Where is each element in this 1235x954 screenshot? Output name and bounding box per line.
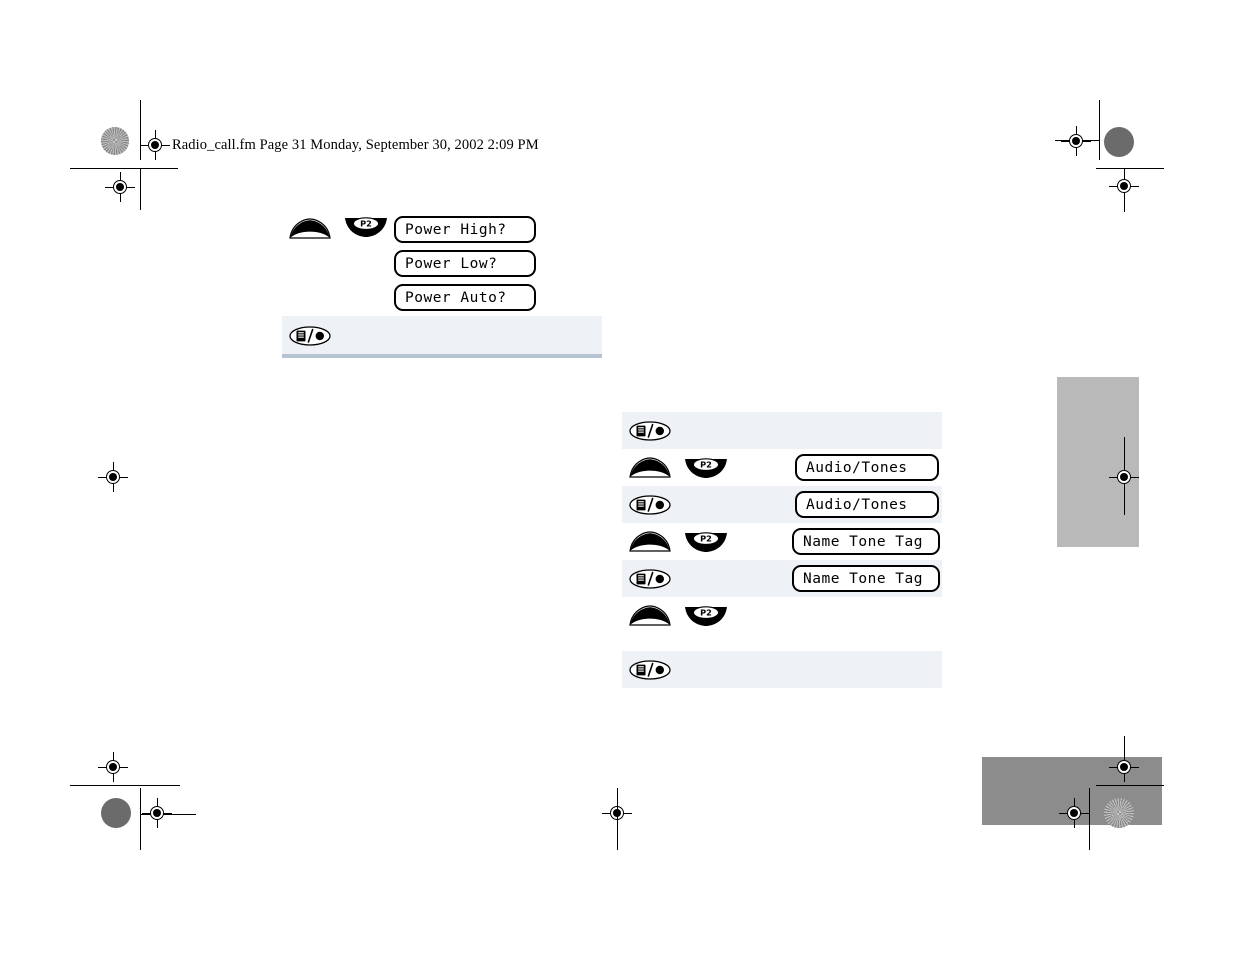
crop-rule xyxy=(1096,168,1164,169)
key-cell: P2 xyxy=(678,531,734,552)
key-cell: P2 xyxy=(338,214,394,237)
power-level-procedure-table: P2 Power High? Power Low? Power Auto? xyxy=(282,214,602,358)
display-options-cell: Power High? Power Low? Power Auto? xyxy=(394,214,602,311)
crop-rule xyxy=(1089,788,1090,850)
key-cell xyxy=(622,605,678,626)
lcd-display xyxy=(734,417,752,444)
lcd-display xyxy=(734,656,752,683)
lcd-display[interactable]: Audio/Tones xyxy=(795,454,939,481)
print-page: Radio_call.fm Page 31 Monday, September … xyxy=(0,0,1235,954)
lcd-display[interactable]: Name Tone Tag xyxy=(792,528,940,555)
crop-rule xyxy=(70,785,180,786)
dome-key-icon[interactable] xyxy=(629,457,671,478)
p2-key-icon[interactable]: P2 xyxy=(344,216,388,237)
key-cell xyxy=(622,495,678,515)
display-cell: Audio/Tones xyxy=(734,454,942,481)
display-cell: Audio/Tones xyxy=(734,491,942,518)
p2-key-icon[interactable]: P2 xyxy=(684,605,728,626)
registration-mark xyxy=(1109,462,1139,492)
key-cell: P2 xyxy=(678,605,734,626)
key-cell xyxy=(622,457,678,478)
p2-key-icon[interactable]: P2 xyxy=(684,531,728,552)
registration-mark xyxy=(1059,798,1089,828)
key-cell xyxy=(622,569,678,589)
dome-key-icon[interactable] xyxy=(629,605,671,626)
halftone-density-circle xyxy=(101,127,129,155)
registration-mark xyxy=(1109,171,1139,201)
crop-rule xyxy=(140,168,141,210)
registration-mark xyxy=(98,752,128,782)
crop-rule xyxy=(1096,785,1164,786)
svg-text:P2: P2 xyxy=(360,219,372,229)
display-cell xyxy=(734,417,942,444)
key-cell xyxy=(622,660,678,680)
display-cell: Name Tone Tag xyxy=(734,565,942,592)
svg-text:P2: P2 xyxy=(700,460,712,470)
table-row: P2 Audio/Tones xyxy=(622,449,942,486)
key-cell: P2 xyxy=(678,457,734,478)
registration-mark xyxy=(140,130,170,160)
table-row: P2 Power High? Power Low? Power Auto? xyxy=(282,214,602,316)
svg-text:P2: P2 xyxy=(700,608,712,618)
display-cell xyxy=(734,656,942,683)
crop-rule xyxy=(617,788,618,850)
crop-rule xyxy=(140,788,141,850)
registration-mark xyxy=(142,798,172,828)
halftone-density-circle xyxy=(1104,798,1134,828)
display-cell xyxy=(734,602,942,629)
display-cell: Name Tone Tag xyxy=(734,528,942,555)
dome-key-icon[interactable] xyxy=(289,218,331,239)
svg-text:P2: P2 xyxy=(700,534,712,544)
density-circle xyxy=(101,798,131,828)
table-row: Audio/Tones xyxy=(622,486,942,523)
registration-mark xyxy=(1109,752,1139,782)
name-tone-tag-procedure-table: P2 Audio/Tones Audio/Tones P2 Name Tone … xyxy=(622,412,942,688)
crop-rule xyxy=(70,168,178,169)
key-cell xyxy=(622,531,678,552)
table-row xyxy=(282,316,602,354)
table-bottom-rule xyxy=(282,354,602,358)
menu-select-key-icon[interactable] xyxy=(629,495,671,515)
lcd-display-option[interactable]: Power Low? xyxy=(394,250,536,277)
menu-select-key-icon[interactable] xyxy=(289,325,331,346)
lcd-display[interactable]: Audio/Tones xyxy=(795,491,939,518)
table-row xyxy=(622,651,942,688)
density-circle xyxy=(1104,127,1134,157)
key-cell xyxy=(622,421,678,441)
lcd-display-option[interactable]: Power Auto? xyxy=(394,284,536,311)
crop-rule xyxy=(1099,100,1100,160)
key-cell xyxy=(282,214,338,239)
registration-mark xyxy=(105,172,135,202)
page-slug-text: Radio_call.fm Page 31 Monday, September … xyxy=(172,137,539,153)
menu-select-key-icon[interactable] xyxy=(629,421,671,441)
menu-select-key-icon[interactable] xyxy=(629,569,671,589)
registration-mark xyxy=(98,462,128,492)
table-row: P2 Name Tone Tag xyxy=(622,523,942,560)
table-row: Name Tone Tag xyxy=(622,560,942,597)
dome-key-icon[interactable] xyxy=(629,531,671,552)
registration-mark xyxy=(1061,126,1091,156)
table-row xyxy=(622,412,942,449)
p2-key-icon[interactable]: P2 xyxy=(684,457,728,478)
menu-select-key-icon[interactable] xyxy=(629,660,671,680)
lcd-display[interactable]: Name Tone Tag xyxy=(792,565,940,592)
key-cell xyxy=(282,325,338,346)
table-row-spacer xyxy=(622,634,942,651)
lcd-display xyxy=(734,602,752,629)
table-row: P2 xyxy=(622,597,942,634)
lcd-display-option[interactable]: Power High? xyxy=(394,216,536,243)
